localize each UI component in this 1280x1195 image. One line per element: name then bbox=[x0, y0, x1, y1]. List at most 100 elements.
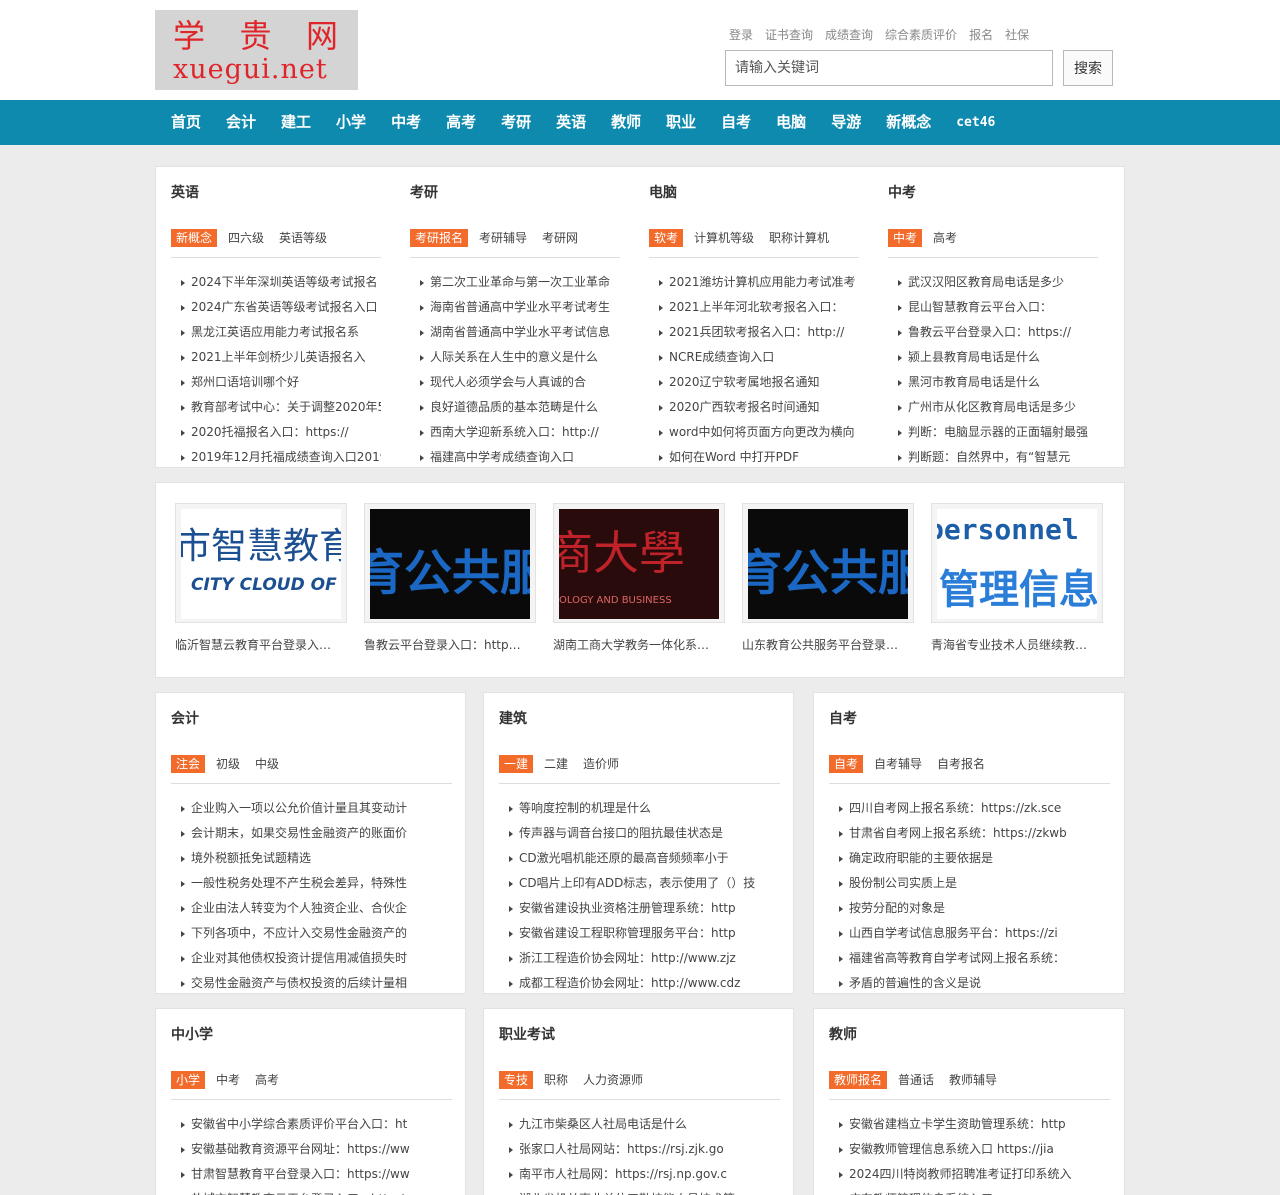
certificate-query-link[interactable]: 证书查询 bbox=[765, 27, 813, 43]
list-item[interactable]: 2024广东省英语等级考试报名入口 bbox=[181, 295, 381, 320]
tab[interactable]: 计算机等级 bbox=[694, 229, 754, 247]
tab-active[interactable]: 小学 bbox=[171, 1071, 206, 1089]
tab[interactable]: 四六级 bbox=[228, 229, 264, 247]
list-item[interactable]: 人际关系在人生中的意义是什么 bbox=[420, 345, 620, 370]
list-item[interactable]: 湖南省普通高中学业水平考试信息 bbox=[420, 320, 620, 345]
list-item[interactable]: 良好道德品质的基本范畴是什么 bbox=[420, 395, 620, 420]
tab-active[interactable]: 考研报名 bbox=[410, 229, 469, 247]
score-query-link[interactable]: 成绩查询 bbox=[825, 27, 873, 43]
list-item[interactable]: 2021兵团软考报名入口：http:// bbox=[659, 320, 859, 345]
column-title[interactable]: 中考 bbox=[888, 183, 916, 203]
gallery-caption[interactable]: 湖南工商大学教务一体化系统入口 bbox=[553, 637, 713, 653]
tab-active[interactable]: 中考 bbox=[888, 229, 923, 247]
nav-item[interactable]: 新概念 bbox=[886, 100, 931, 145]
list-item[interactable]: 安徽基础教育资源平台网址：https://ww bbox=[181, 1137, 452, 1162]
list-item[interactable]: 2019年12月托福成绩查询入口2019 bbox=[181, 445, 381, 470]
tab-active[interactable]: 教师报名 bbox=[829, 1071, 888, 1089]
list-item[interactable]: 甘肃智慧教育平台登录入口：https://ww bbox=[181, 1162, 452, 1187]
tab[interactable]: 二建 bbox=[544, 755, 568, 773]
gallery-caption[interactable]: 山东教育公共服务平台登录入口 bbox=[742, 637, 902, 653]
list-item[interactable]: 一般性税务处理不产生税会差异，特殊性 bbox=[181, 871, 452, 896]
tab-active[interactable]: 注会 bbox=[171, 755, 206, 773]
tab-active[interactable]: 软考 bbox=[649, 229, 684, 247]
nav-item[interactable]: 考研 bbox=[501, 100, 531, 145]
list-item[interactable]: NCRE成绩查询入口 bbox=[659, 345, 859, 370]
nav-item[interactable]: 中考 bbox=[391, 100, 421, 145]
list-item[interactable]: 广东教师管理信息系统入口 bbox=[839, 1187, 1110, 1195]
list-item[interactable]: 张家口人社局网站：https://rsj.zjk.go bbox=[509, 1137, 780, 1162]
gallery-thumb[interactable]: 育公共服 bbox=[742, 503, 914, 623]
tab[interactable]: 中考 bbox=[216, 1071, 240, 1089]
list-item[interactable]: 企业对其他债权投资计提信用减值损失时 bbox=[181, 946, 452, 971]
tab[interactable]: 高考 bbox=[255, 1071, 279, 1089]
list-item[interactable]: 安徽省中小学综合素质评价平台入口：ht bbox=[181, 1112, 452, 1137]
list-item[interactable]: 福建省高等教育自学考试网上报名系统： bbox=[839, 946, 1110, 971]
nav-item[interactable]: 自考 bbox=[721, 100, 751, 145]
column-title[interactable]: 英语 bbox=[171, 183, 199, 203]
search-button[interactable]: 搜索 bbox=[1063, 50, 1113, 86]
list-item[interactable]: 海南省普通高中学业水平考试考生 bbox=[420, 295, 620, 320]
site-logo[interactable]: 学 贵 网 xuegui.net bbox=[155, 10, 358, 90]
list-item[interactable]: 武汉汉阳区教育局电话是多少 bbox=[898, 270, 1098, 295]
list-item[interactable]: 四川自考网上报名系统：https://zk.sce bbox=[839, 796, 1110, 821]
list-item[interactable]: 判断：电脑显示器的正面辐射最强 bbox=[898, 420, 1098, 445]
tab-active[interactable]: 一建 bbox=[499, 755, 534, 773]
nav-item[interactable]: 英语 bbox=[556, 100, 586, 145]
list-item[interactable]: 2021上半年河北软考报名入口： bbox=[659, 295, 859, 320]
list-item[interactable]: 2024四川特岗教师招聘准考证打印系统入 bbox=[839, 1162, 1110, 1187]
list-item[interactable]: 黑河市教育局电话是什么 bbox=[898, 370, 1098, 395]
gallery-caption[interactable]: 青海省专业技术人员继续教育入口 bbox=[931, 637, 1091, 653]
tab[interactable]: 职称 bbox=[544, 1071, 568, 1089]
nav-item[interactable]: 小学 bbox=[336, 100, 366, 145]
tab[interactable]: 考研网 bbox=[542, 229, 578, 247]
column-title[interactable]: 会计 bbox=[171, 709, 199, 729]
tab-active[interactable]: 自考 bbox=[829, 755, 864, 773]
list-item[interactable]: 2021上半年剑桥少儿英语报名入 bbox=[181, 345, 381, 370]
list-item[interactable]: 会计期末，如果交易性金融资产的账面价 bbox=[181, 821, 452, 846]
nav-item[interactable]: 高考 bbox=[446, 100, 476, 145]
gallery-caption[interactable]: 临沂智慧云教育平台登录入口：https:// bbox=[175, 637, 335, 653]
list-item[interactable]: 第二次工业革命与第一次工业革命 bbox=[420, 270, 620, 295]
gallery-thumb[interactable]: personnel 管理信息系 bbox=[931, 503, 1103, 623]
gallery-thumb[interactable]: 市智慧教育 CITY CLOUD OF bbox=[175, 503, 347, 623]
list-item[interactable]: word中如何将页面方向更改为横向 bbox=[659, 420, 859, 445]
list-item[interactable]: 盐城市智慧教育云平台登录入口：http:/ bbox=[181, 1187, 452, 1195]
list-item[interactable]: 如何在Word 中打开PDF bbox=[659, 445, 859, 470]
list-item[interactable]: 甘肃省自考网上报名系统：https://zkwb bbox=[839, 821, 1110, 846]
tab[interactable]: 职称计算机 bbox=[769, 229, 829, 247]
nav-item[interactable]: 建工 bbox=[281, 100, 311, 145]
list-item[interactable]: 确定政府职能的主要依据是 bbox=[839, 846, 1110, 871]
tab[interactable]: 英语等级 bbox=[279, 229, 327, 247]
list-item[interactable]: 企业购入一项以公允价值计量且其变动计 bbox=[181, 796, 452, 821]
nav-item[interactable]: 教师 bbox=[611, 100, 641, 145]
list-item[interactable]: CD激光唱机能还原的最高音频频率小于 bbox=[509, 846, 780, 871]
list-item[interactable]: 等响度控制的机理是什么 bbox=[509, 796, 780, 821]
nav-item[interactable]: cet46 bbox=[956, 100, 995, 145]
list-item[interactable]: 西南大学迎新系统入口：http:// bbox=[420, 420, 620, 445]
list-item[interactable]: 湖北省机关事业单位工勤技能人员技术等 bbox=[509, 1187, 780, 1195]
search-input[interactable] bbox=[725, 50, 1053, 86]
nav-item[interactable]: 首页 bbox=[171, 100, 201, 145]
column-title[interactable]: 职业考试 bbox=[499, 1025, 555, 1045]
list-item[interactable]: 2020广西软考报名时间通知 bbox=[659, 395, 859, 420]
list-item[interactable]: 安徽省建设工程职称管理服务平台：http bbox=[509, 921, 780, 946]
tab[interactable]: 初级 bbox=[216, 755, 240, 773]
tab[interactable]: 人力资源师 bbox=[583, 1071, 643, 1089]
list-item[interactable]: 昆山智慧教育云平台入口： bbox=[898, 295, 1098, 320]
tab[interactable]: 中级 bbox=[255, 755, 279, 773]
list-item[interactable]: 郑州口语培训哪个好 bbox=[181, 370, 381, 395]
gallery-caption[interactable]: 鲁教云平台登录入口：https:// bbox=[364, 637, 524, 653]
column-title[interactable]: 考研 bbox=[410, 183, 438, 203]
list-item[interactable]: 现代人必须学会与人真诚的合 bbox=[420, 370, 620, 395]
column-title[interactable]: 中小学 bbox=[171, 1025, 213, 1045]
tab[interactable]: 造价师 bbox=[583, 755, 619, 773]
tab[interactable]: 高考 bbox=[933, 229, 957, 247]
column-title[interactable]: 建筑 bbox=[499, 709, 527, 729]
tab-active[interactable]: 专技 bbox=[499, 1071, 534, 1089]
social-security-link[interactable]: 社保 bbox=[1005, 27, 1029, 43]
list-item[interactable]: 教育部考试中心：关于调整2020年5 bbox=[181, 395, 381, 420]
list-item[interactable]: 九江市柴桑区人社局电话是什么 bbox=[509, 1112, 780, 1137]
login-link[interactable]: 登录 bbox=[729, 27, 753, 43]
quality-evaluation-link[interactable]: 综合素质评价 bbox=[885, 27, 957, 43]
list-item[interactable]: 南平市人社局网：https://rsj.np.gov.c bbox=[509, 1162, 780, 1187]
